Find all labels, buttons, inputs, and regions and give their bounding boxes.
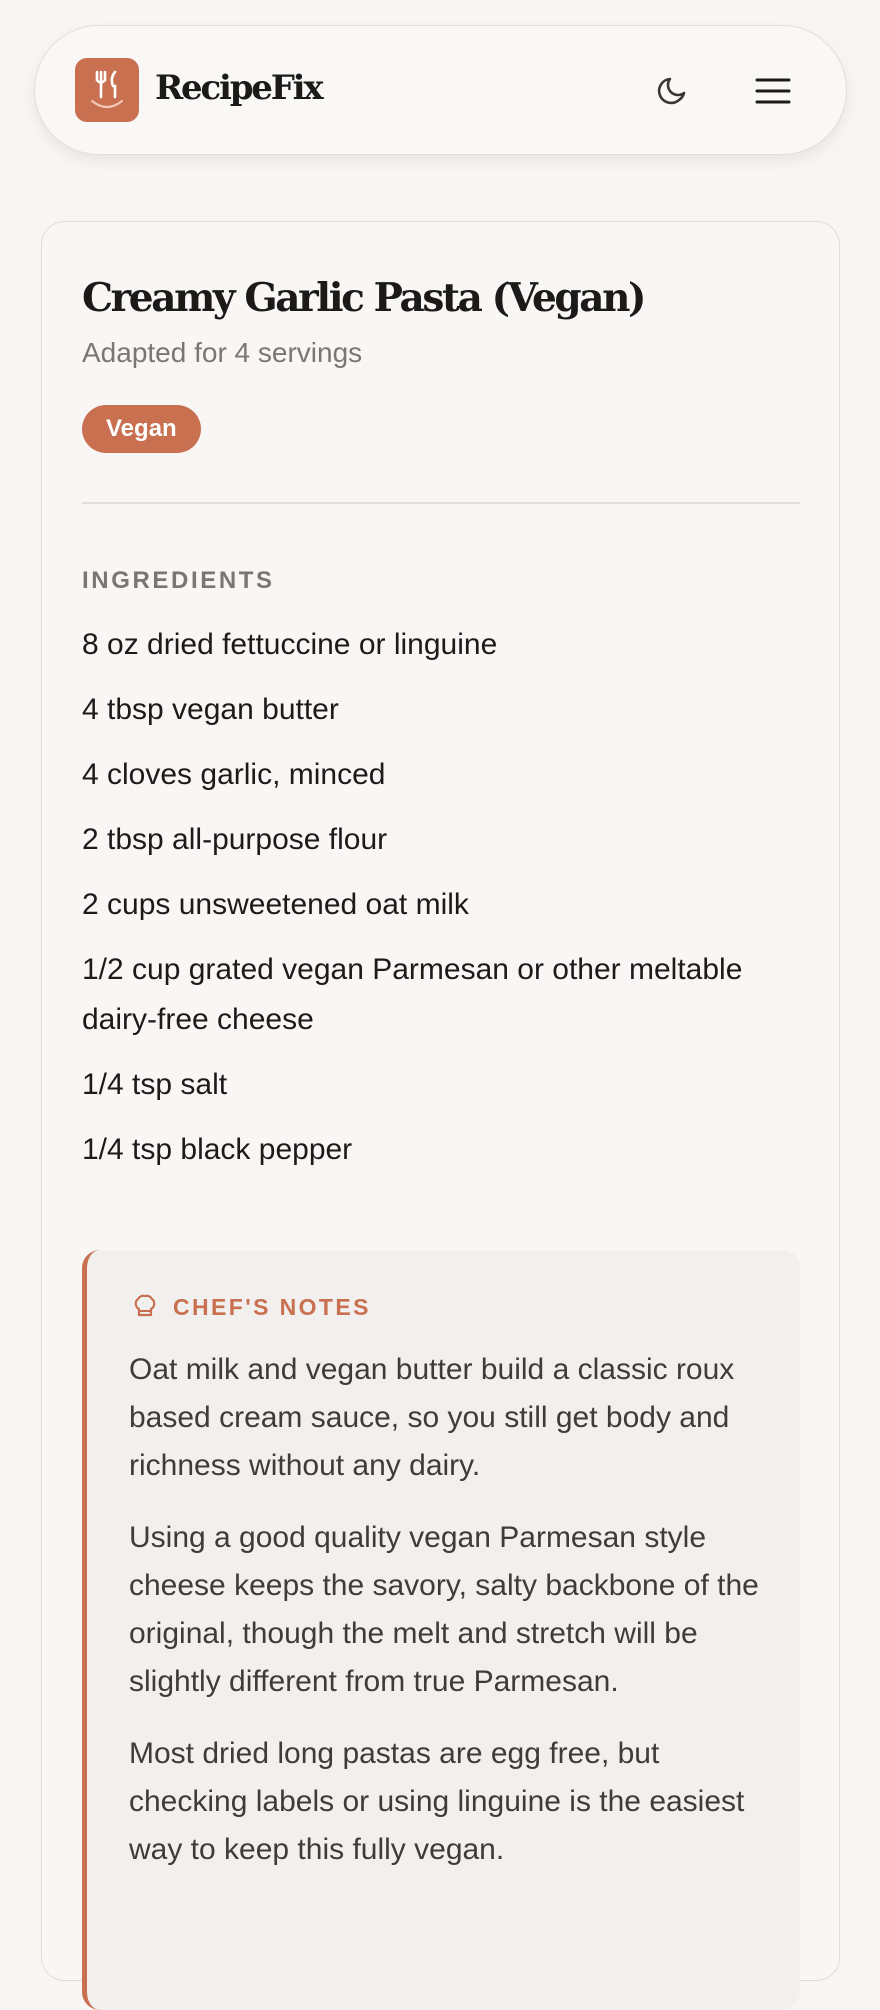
ingredient-item: 2 cups unsweetened oat milk bbox=[82, 888, 469, 921]
ingredient-item: 4 tbsp vegan butter bbox=[82, 693, 339, 726]
divider bbox=[82, 502, 800, 504]
servings-subtitle: Adapted for 4 servings bbox=[82, 337, 363, 368]
recipe-title: Creamy Garlic Pasta (Vegan) bbox=[82, 275, 647, 321]
moon-icon bbox=[657, 77, 686, 105]
ingredient-item: 1/4 tsp salt bbox=[82, 1068, 228, 1101]
ingredients-heading: INGREDIENTS bbox=[82, 567, 275, 594]
fork-knife-smile-icon[interactable] bbox=[75, 58, 139, 122]
ingredient-item: 1/2 cup grated vegan Parmesan or other m… bbox=[82, 953, 743, 1036]
chefs-notes-title: CHEF'S NOTES bbox=[173, 1294, 371, 1320]
app-header: RecipeFix bbox=[34, 25, 847, 155]
ingredient-item: 1/4 tsp black pepper bbox=[82, 1133, 353, 1166]
note-paragraph: Using a good quality vegan Parmesan styl… bbox=[129, 1521, 759, 1698]
recipe-card: Creamy Garlic Pasta (Vegan) Adapted for … bbox=[41, 221, 840, 2010]
chefs-notes-body: Oat milk and vegan butter build a classi… bbox=[129, 1346, 769, 1898]
ingredient-item: 2 tbsp all-purpose flour bbox=[82, 823, 388, 856]
ingredient-item: 8 oz dried fettuccine or linguine bbox=[82, 628, 498, 661]
theme-toggle-button[interactable] bbox=[648, 67, 696, 115]
hamburger-menu-icon bbox=[755, 78, 791, 104]
menu-button[interactable] bbox=[749, 67, 797, 115]
note-paragraph: Oat milk and vegan butter build a classi… bbox=[129, 1353, 735, 1482]
chefs-notes-panel: CHEF'S NOTES Oat milk and vegan butter b… bbox=[82, 1250, 800, 2010]
note-paragraph: Most dried long pastas are egg free, but… bbox=[129, 1737, 745, 1866]
ingredients-list: 8 oz dried fettuccine or linguine 4 tbsp… bbox=[82, 620, 802, 1190]
chef-hat-icon bbox=[134, 1294, 156, 1317]
brand-name[interactable]: RecipeFix bbox=[155, 66, 324, 110]
ingredient-item: 4 cloves garlic, minced bbox=[82, 758, 386, 791]
diet-tag-badge: Vegan bbox=[82, 405, 201, 453]
